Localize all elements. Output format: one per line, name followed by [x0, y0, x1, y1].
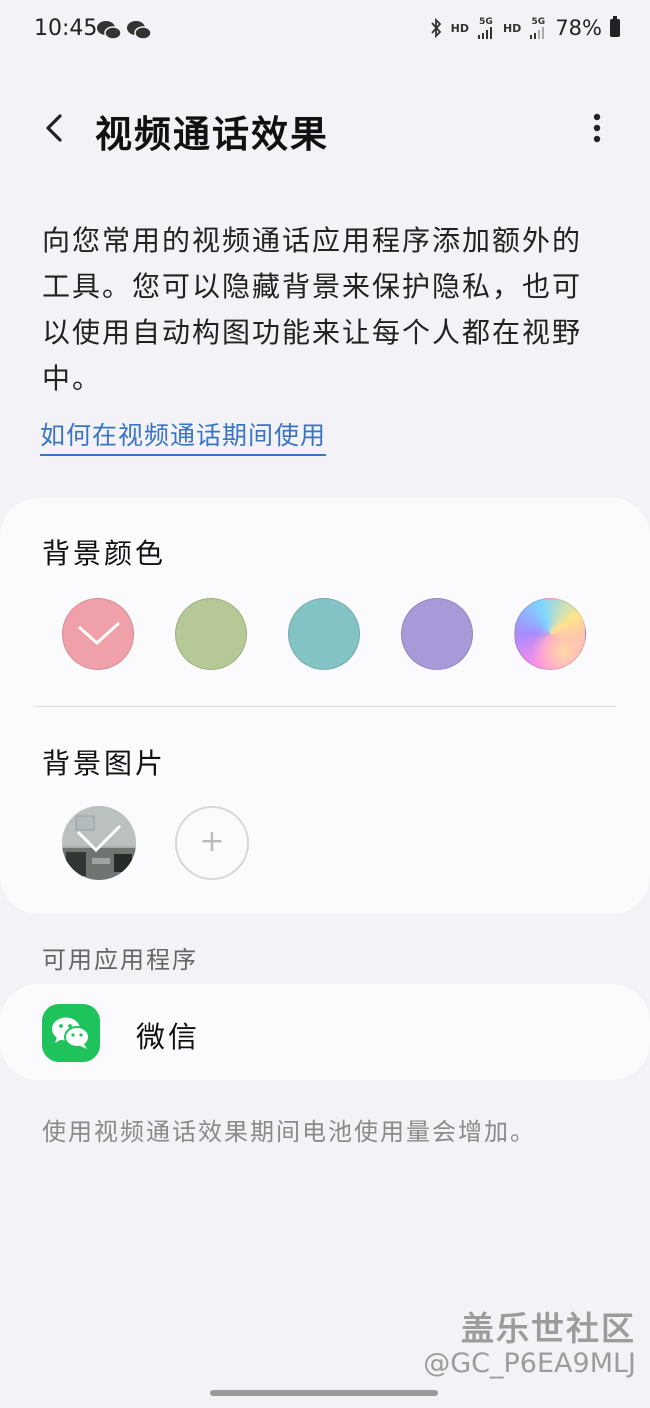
network-5g-signal-2: 5G [529, 16, 547, 39]
more-options-button[interactable] [584, 110, 610, 146]
wechat-notification-icon [127, 21, 152, 40]
status-time: 10:45 [34, 16, 98, 41]
room-photo-image [62, 806, 136, 880]
home-indicator[interactable] [210, 1390, 438, 1396]
help-link[interactable]: 如何在视频通话期间使用 [40, 416, 327, 456]
app-name-wechat[interactable]: 微信 [136, 1014, 200, 1056]
available-apps-header: 可用应用程序 [42, 946, 198, 974]
feature-description: 向您常用的视频通话应用程序添加额外的工具。您可以隐藏背景来保护隐私，也可以使用自… [42, 224, 583, 395]
wechat-notification-icon [97, 21, 122, 40]
signal-icon [477, 26, 492, 39]
status-icons: HD 5G HD 5G 78% [429, 16, 620, 40]
chevron-left-icon [46, 114, 62, 142]
watermark-brand: 盖乐世社区 [461, 1309, 636, 1348]
hd-voice-label: HD [450, 21, 469, 35]
network-type-label: 5G [479, 16, 493, 27]
watermark-user: @GC_P6EA9MLJ [423, 1348, 636, 1379]
app-bar: 视频通话效果 [0, 90, 650, 170]
background-image-title: 背景图片 [42, 747, 167, 780]
status-bar: 10:45 HD 5G HD 5G 78% [0, 0, 650, 62]
plus-icon: + [199, 824, 225, 859]
color-swatch-purple[interactable] [401, 598, 473, 670]
back-button[interactable] [36, 108, 76, 148]
section-divider [34, 706, 616, 707]
color-swatch-gradient[interactable] [514, 598, 586, 670]
more-vertical-icon [593, 113, 601, 143]
wechat-icon [52, 1017, 90, 1049]
add-background-image-button[interactable]: + [175, 806, 249, 880]
page-title: 视频通话效果 [95, 112, 329, 156]
color-swatch-teal[interactable] [288, 598, 360, 670]
color-swatch-green[interactable] [175, 598, 247, 670]
battery-usage-note: 使用视频通话效果期间电池使用量会增加。 [42, 1118, 536, 1146]
hd-voice-label-2: HD [502, 21, 522, 35]
background-color-title: 背景颜色 [42, 537, 167, 570]
battery-percent: 78% [555, 16, 602, 40]
signal-icon-2 [530, 26, 545, 39]
checkmark-icon [78, 621, 121, 646]
color-swatch-pink[interactable] [62, 598, 134, 670]
network-5g-signal: 5G [477, 16, 495, 39]
wechat-app-icon[interactable] [42, 1004, 100, 1062]
background-photo-thumbnail[interactable] [62, 806, 136, 880]
bluetooth-icon [430, 18, 441, 38]
network-type-label-2: 5G [531, 16, 546, 27]
battery-icon [610, 16, 620, 37]
